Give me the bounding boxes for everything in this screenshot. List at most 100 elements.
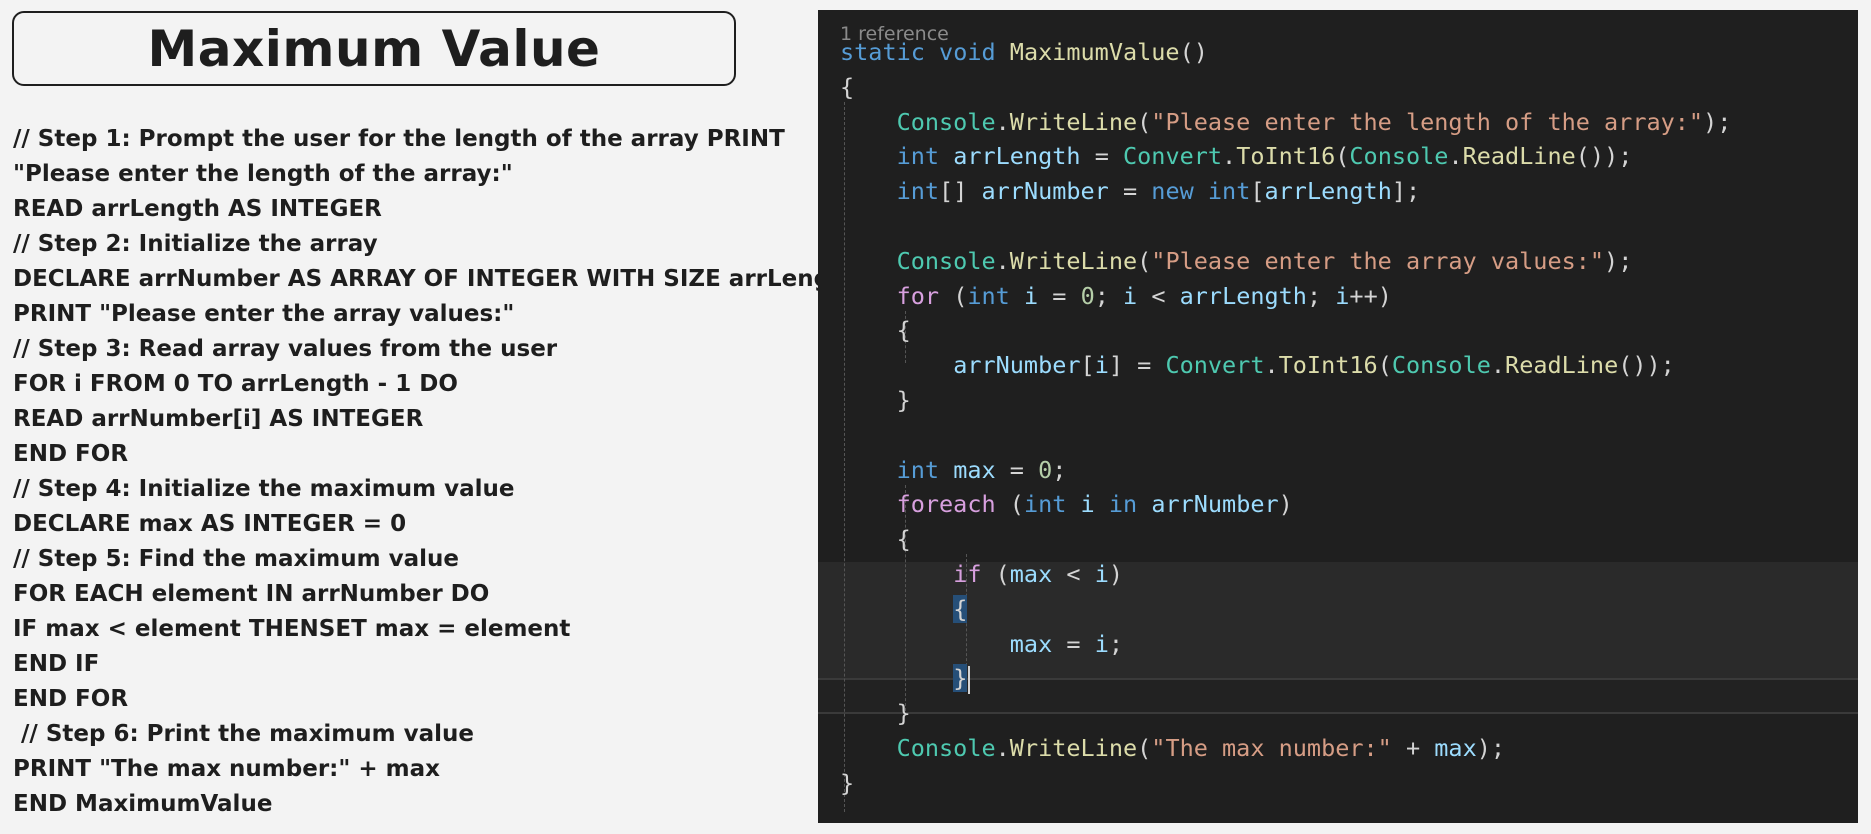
code-line[interactable]: {	[840, 313, 1858, 348]
pseudocode-line: END IF	[13, 651, 100, 677]
code-token: <	[1137, 281, 1180, 310]
code-token: max	[1009, 559, 1053, 588]
code-token: .	[995, 246, 1010, 275]
code-token: (	[981, 559, 1010, 588]
code-line[interactable]: int max = 0;	[840, 453, 1858, 488]
code-token: .	[1448, 142, 1463, 171]
code-line[interactable]: {	[840, 70, 1858, 105]
code-token: .	[995, 107, 1010, 136]
code-token: [	[1080, 351, 1095, 380]
code-token: ReadLine	[1462, 142, 1576, 171]
code-token: [	[1250, 177, 1265, 206]
code-token: new	[1151, 177, 1194, 206]
code-token: );	[1703, 107, 1732, 136]
code-token: ());	[1575, 142, 1633, 171]
code-line[interactable]: {	[840, 592, 1858, 627]
code-token: Convert	[1165, 351, 1265, 380]
code-line[interactable]: max = i;	[840, 627, 1858, 662]
code-token: ());	[1618, 351, 1675, 380]
code-token: "Please enter the length of the array:"	[1151, 107, 1704, 136]
code-token: ReadLine	[1505, 351, 1619, 380]
code-line[interactable]: }	[840, 661, 1858, 696]
code-token: (	[1377, 351, 1392, 380]
pseudocode-line: // Step 5: Find the maximum value	[13, 546, 459, 572]
code-line[interactable]: {	[840, 522, 1858, 557]
code-editor[interactable]: 1 reference static void MaximumValue(){ …	[818, 10, 1858, 823]
code-token: 0	[1080, 281, 1095, 310]
page-title: Maximum Value	[147, 19, 601, 78]
code-token: max	[1009, 629, 1053, 658]
code-token: int	[896, 455, 940, 484]
code-token: foreach	[896, 490, 996, 519]
code-token: arrLength	[1264, 177, 1392, 206]
code-line[interactable]: if (max < i)	[840, 557, 1858, 592]
code-token: =	[1108, 177, 1152, 206]
code-token: Convert	[1123, 142, 1223, 171]
code-token: i	[1123, 281, 1138, 310]
code-token: 0	[1038, 455, 1053, 484]
code-token: {	[840, 72, 855, 101]
code-token: }	[896, 385, 911, 414]
code-token: (	[1137, 246, 1152, 275]
code-token: arrNumber	[981, 177, 1109, 206]
code-token: arrLength	[1179, 281, 1307, 310]
code-token: i	[1023, 281, 1039, 310]
code-token: Console	[896, 733, 996, 762]
code-token: Console	[896, 107, 996, 136]
code-line[interactable]: foreach (int i in arrNumber)	[840, 487, 1858, 522]
code-line[interactable]: arrNumber[i] = Convert.ToInt16(Console.R…	[840, 348, 1858, 383]
code-token: ;	[1094, 281, 1124, 310]
code-token: max	[953, 455, 996, 484]
code-token: max	[1434, 733, 1477, 762]
code-lines[interactable]: static void MaximumValue(){ Console.Writ…	[840, 35, 1858, 801]
code-token: (	[1137, 733, 1152, 762]
pseudocode-line: PRINT "The max number:" + max	[13, 756, 440, 782]
pseudocode-line: DECLARE arrNumber AS ARRAY OF INTEGER WI…	[13, 266, 858, 292]
code-token: )	[1278, 490, 1293, 519]
code-token: Console	[1349, 142, 1449, 171]
code-token: {	[953, 594, 968, 623]
code-token: void	[939, 38, 996, 66]
code-token: Console	[1391, 351, 1491, 380]
pseudocode-line: END MaximumValue	[13, 791, 273, 817]
pseudocode-line: READ arrNumber[i] AS INTEGER	[13, 406, 424, 432]
code-token: "The max number:"	[1151, 733, 1392, 762]
code-token: WriteLine	[1009, 107, 1138, 136]
code-token: ];	[1391, 177, 1421, 206]
code-line[interactable]: int arrLength = Convert.ToInt16(Console.…	[840, 139, 1858, 174]
code-line[interactable]: Console.WriteLine("Please enter the arra…	[840, 244, 1858, 279]
code-line[interactable]	[840, 418, 1858, 453]
code-token: )	[1108, 559, 1123, 588]
code-line[interactable]: }	[840, 766, 1858, 801]
pseudocode-block: // Step 1: Prompt the user for the lengt…	[13, 122, 858, 822]
code-token: +	[1391, 733, 1435, 762]
code-line[interactable]: }	[840, 696, 1858, 731]
code-line[interactable]	[840, 209, 1858, 244]
text-cursor	[968, 665, 971, 694]
code-line[interactable]: static void MaximumValue()	[840, 35, 1858, 70]
code-token: []	[939, 177, 982, 206]
code-token: Console	[896, 246, 996, 275]
code-line[interactable]: Console.WriteLine("The max number:" + ma…	[840, 731, 1858, 766]
code-line[interactable]: }	[840, 383, 1858, 418]
code-line[interactable]: Console.WriteLine("Please enter the leng…	[840, 105, 1858, 140]
code-token: arrNumber	[953, 351, 1081, 380]
code-line[interactable]: for (int i = 0; i < arrLength; i++)	[840, 279, 1858, 314]
pseudocode-line: READ arrLength AS INTEGER	[13, 196, 382, 222]
code-token: .	[1490, 351, 1506, 380]
code-token: ;	[1306, 281, 1336, 310]
code-line[interactable]: int[] arrNumber = new int[arrLength];	[840, 174, 1858, 209]
